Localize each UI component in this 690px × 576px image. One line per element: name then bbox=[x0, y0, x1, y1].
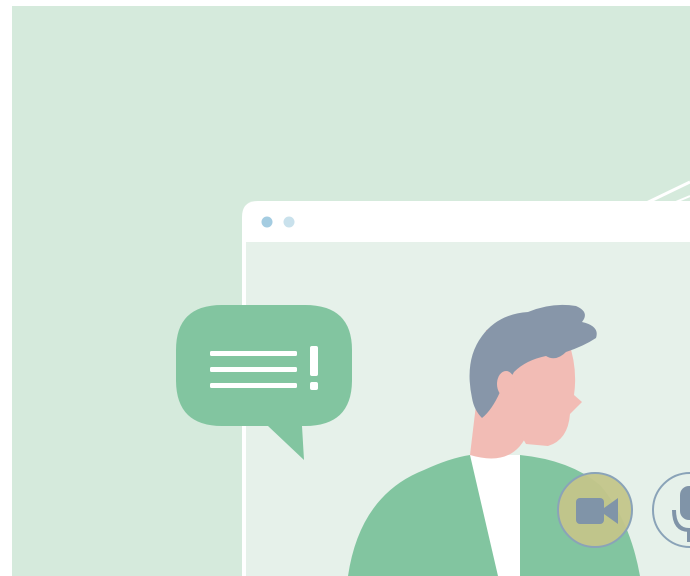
ear bbox=[497, 371, 515, 397]
video-call-illustration bbox=[176, 180, 690, 576]
exclamation-mark bbox=[310, 346, 318, 390]
window-dot-2 bbox=[283, 216, 295, 228]
window-dot-1 bbox=[261, 216, 273, 228]
camera-toggle-button[interactable] bbox=[557, 472, 633, 548]
illustration-stage bbox=[0, 0, 690, 576]
